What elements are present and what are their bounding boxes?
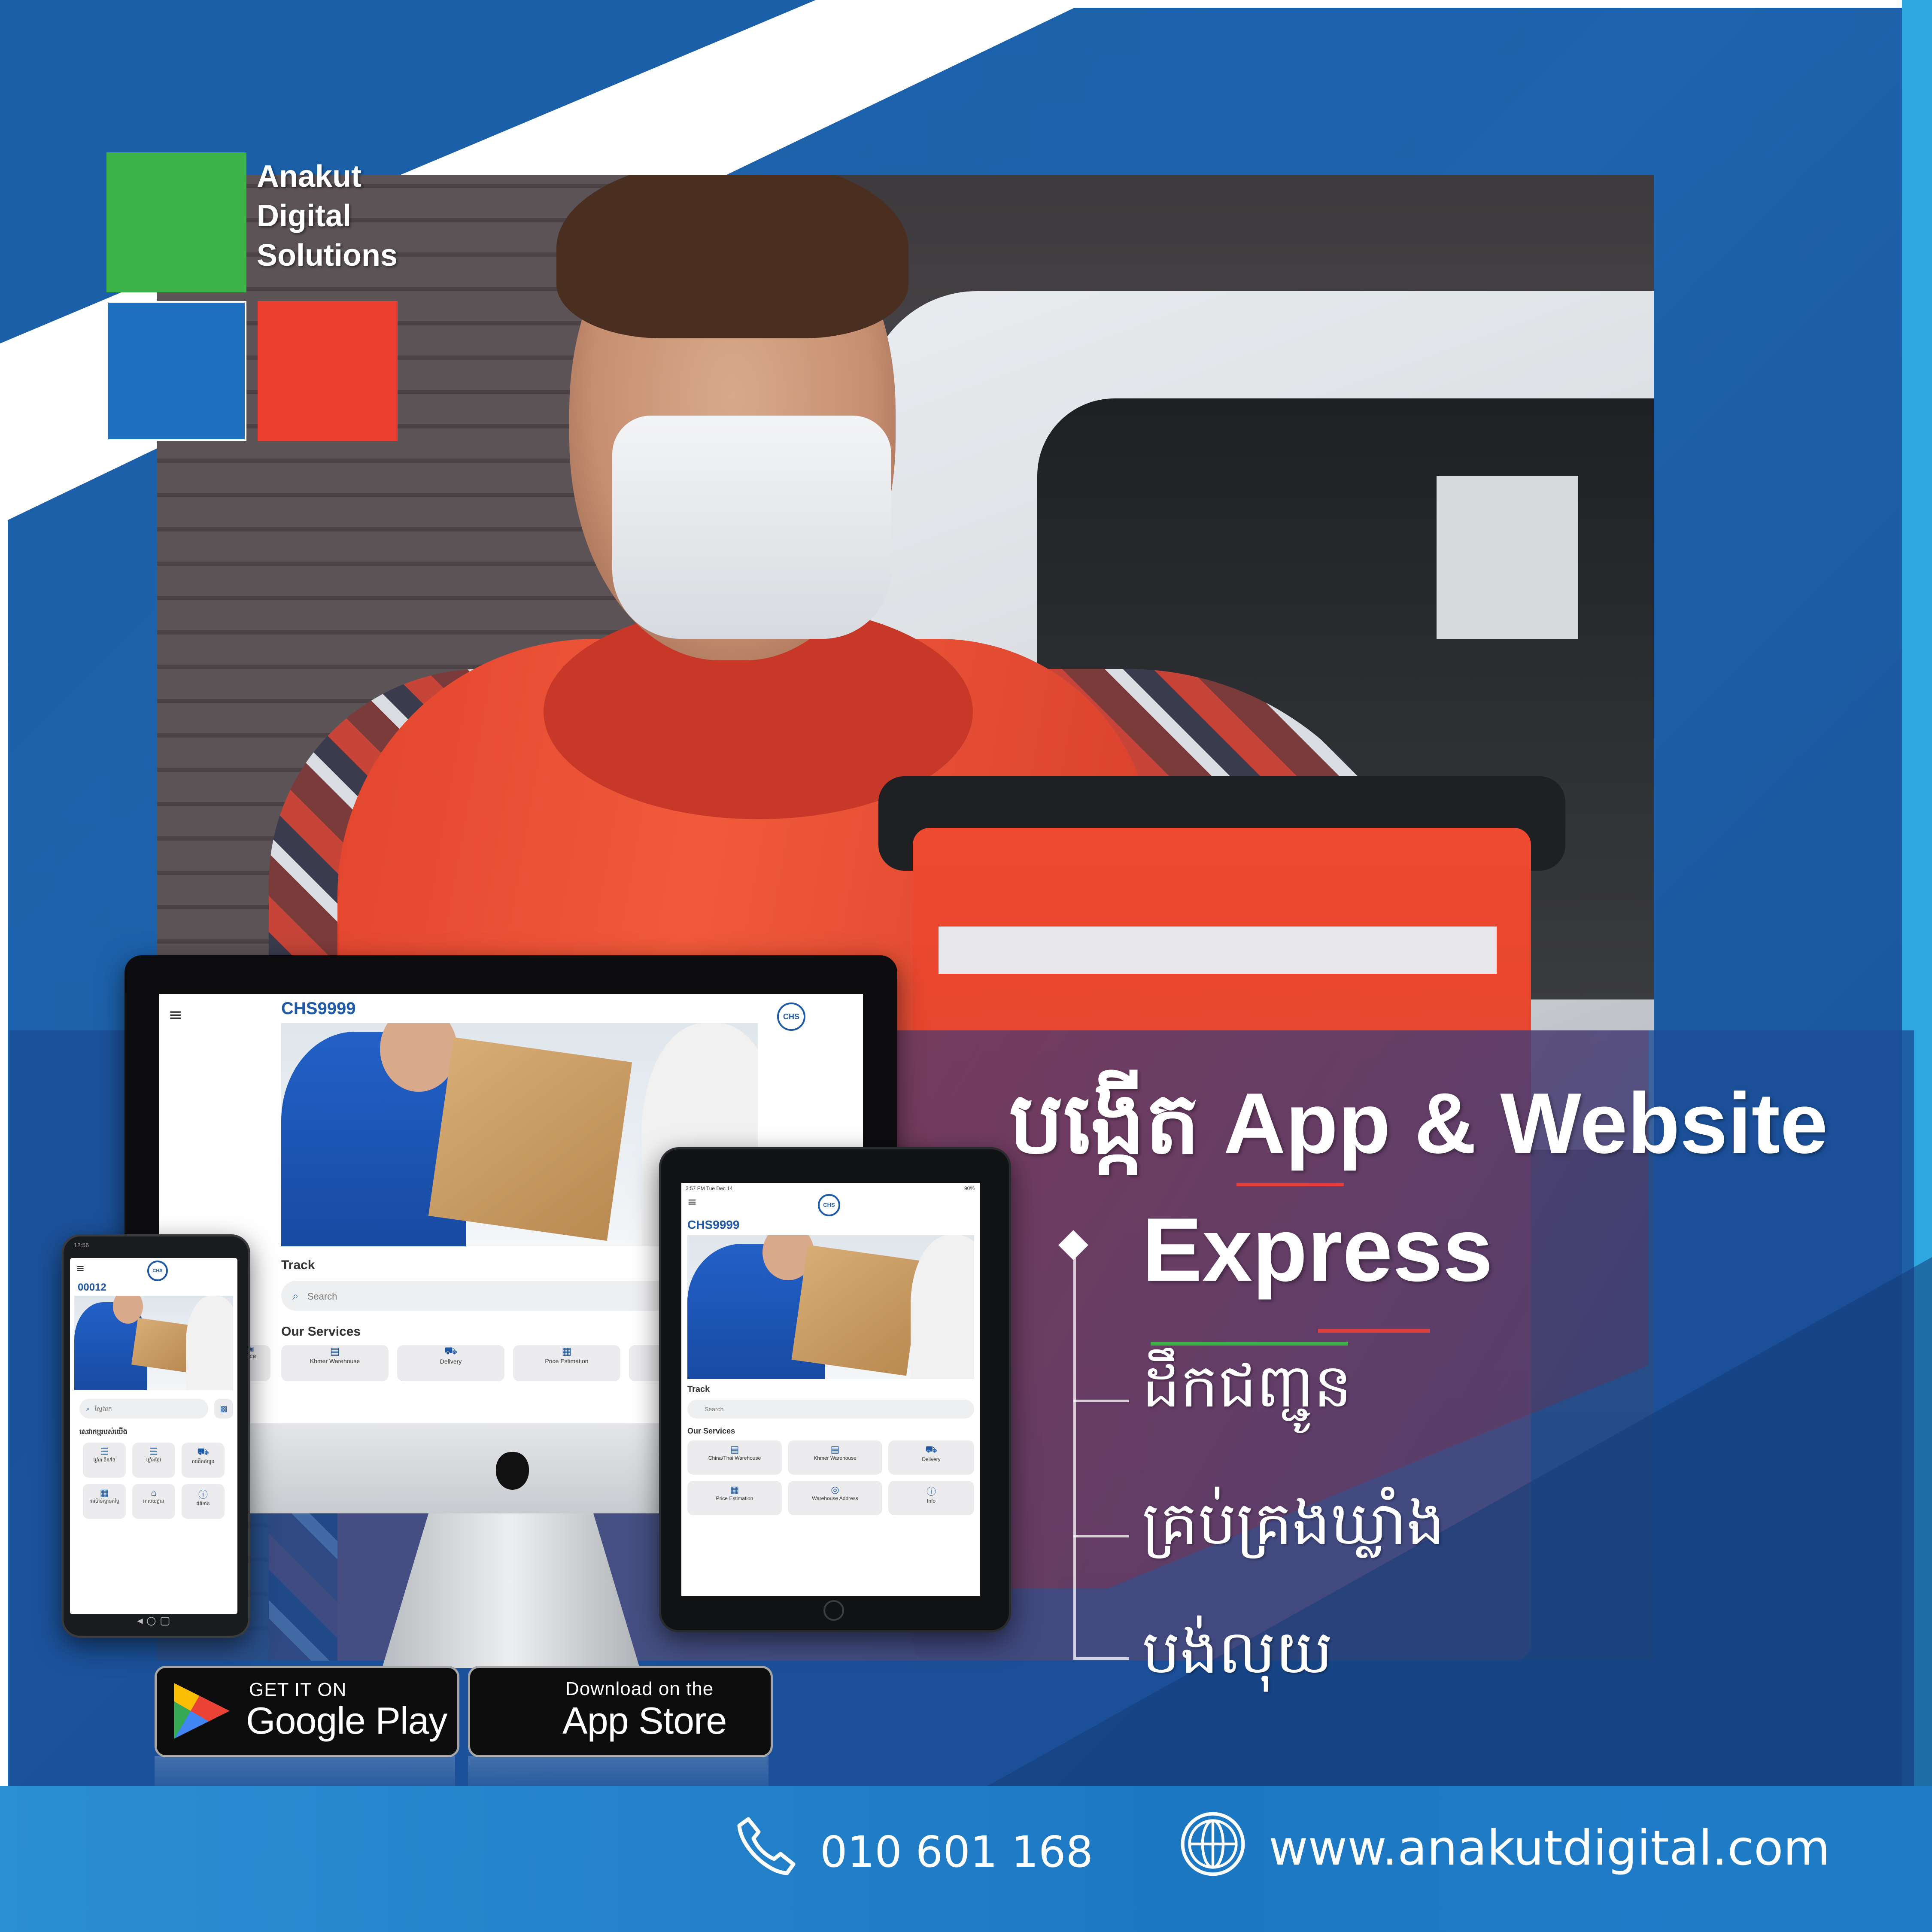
tablet-status-time: 3:57 PM Tue Dec 14	[686, 1185, 733, 1191]
photo-van-sticker	[1437, 476, 1578, 639]
app-store-small-text: Download on the	[565, 1678, 714, 1699]
hero-cardboard-box	[791, 1245, 923, 1376]
logo-green-square	[106, 152, 246, 292]
tablet-track-label: Track	[687, 1385, 710, 1394]
tablet-search-input[interactable]: Search	[687, 1400, 974, 1419]
google-play-big-text: Google Play	[246, 1699, 447, 1742]
feature-warehouse: គ្រប់គ្រងឃ្លាំង	[1142, 1488, 1445, 1558]
phone-nav-bar[interactable]: ◂ ○ ▢	[70, 1614, 237, 1631]
hero-cardboard-box	[428, 1037, 632, 1241]
phone-app-screen: ≡ CHS 00012 ⌕ ស្វែងរក ▩ សេវាកម្មរបស់យើង …	[70, 1258, 237, 1614]
apple-icon	[489, 1445, 536, 1492]
tablet-service-tile[interactable]: ◎ Warehouse Address	[788, 1481, 882, 1515]
phone-device: 12:56 ≡ CHS 00012 ⌕ ស្វែងរក ▩ សេវាកម្មរប…	[61, 1234, 250, 1638]
desktop-app-logo: CHS	[777, 1002, 805, 1031]
headline: បង្កើត App & Website	[1009, 1075, 1828, 1171]
photo-hair	[556, 175, 908, 338]
logo-text: Anakut Digital Solutions	[257, 157, 428, 275]
feature-delivery: ដឹកជញ្ជូន	[1142, 1351, 1352, 1421]
qr-icon: ▩	[220, 1404, 228, 1413]
tablet-service-tile[interactable]: ⛟ Delivery	[888, 1440, 974, 1475]
accent-line	[1151, 1342, 1348, 1346]
tablet-service-tile[interactable]: ▤ Khmer Warehouse	[788, 1440, 882, 1475]
feature-tree-line	[1073, 1258, 1076, 1657]
feature-tree-branch	[1073, 1400, 1129, 1402]
apple-shape	[495, 1452, 529, 1490]
tablet-service-tile[interactable]: ⓘ Info	[888, 1481, 974, 1515]
desktop-app-title: CHS9999	[281, 999, 356, 1018]
tablet-service-tile[interactable]: ▦ Price Estimation	[687, 1481, 782, 1515]
logo-blue-square	[106, 301, 246, 441]
phone-services-heading: សេវាកម្មរបស់យើង	[79, 1428, 128, 1436]
phone-icon	[737, 1817, 796, 1875]
qr-scan-button[interactable]: ▩	[214, 1399, 233, 1419]
phone-service-tile[interactable]: ⌂ អាសយដ្ឋាន	[132, 1484, 175, 1519]
desktop-service-tile[interactable]: ⛟ Delivery	[397, 1345, 504, 1381]
desktop-service-tile[interactable]: ▦ Price Estimation	[513, 1345, 620, 1381]
tablet-app-screen: 3:57 PM Tue Dec 14 90% ≡ CHS CHS9999 Tra…	[681, 1183, 980, 1596]
hero-customer	[186, 1296, 233, 1390]
tablet-home-button[interactable]	[823, 1600, 844, 1621]
menu-icon[interactable]: ≡	[76, 1262, 85, 1274]
phone-status-time: 12:56	[74, 1242, 89, 1249]
phone-hero-image	[74, 1296, 233, 1390]
hero-cardboard-box	[131, 1318, 194, 1373]
hero-customer	[911, 1235, 974, 1379]
google-play-small-text: GET IT ON	[249, 1679, 347, 1700]
tablet-app-title: CHS9999	[687, 1218, 740, 1231]
phone-search-input[interactable]: ⌕ ស្វែងរក	[79, 1399, 208, 1419]
menu-icon[interactable]: ≡	[168, 1005, 183, 1025]
feature-payment: បង់លុយ	[1142, 1617, 1333, 1687]
contact-phone[interactable]: 010 601 168	[820, 1827, 1093, 1877]
photo-face-mask	[612, 416, 891, 639]
contact-website[interactable]: www.anakutdigital.com	[1269, 1820, 1830, 1876]
phone-service-tile[interactable]: ☰ ឃ្លាំងខ្មែរ	[132, 1443, 175, 1478]
search-icon: ⌕	[86, 1405, 90, 1412]
tablet-hero-image	[687, 1235, 974, 1379]
imac-stand	[382, 1513, 640, 1668]
phone-app-logo: CHS	[147, 1261, 168, 1281]
tablet-app-logo: CHS	[818, 1194, 840, 1216]
google-play-icon	[174, 1683, 230, 1739]
desktop-service-tile[interactable]: ▤ Khmer Warehouse	[281, 1345, 389, 1381]
app-store-big-text: App Store	[562, 1699, 727, 1742]
desktop-search-placeholder: Search	[307, 1291, 337, 1302]
logo-text-line2: Digital	[257, 199, 352, 233]
tablet-service-tile[interactable]: ▤ China/Thai Warehouse	[687, 1440, 782, 1475]
feature-tree-branch	[1073, 1657, 1129, 1660]
accent-line	[1236, 1183, 1344, 1186]
phone-service-tile[interactable]: ▦ ការប៉ាន់ស្មានតម្លៃ	[83, 1484, 126, 1519]
logo-text-line1: Anakut	[257, 159, 362, 194]
photo-bag-reflective-stripe	[939, 927, 1497, 974]
logo-text-line3: Solutions	[257, 238, 398, 273]
phone-app-title: 00012	[78, 1282, 106, 1293]
headline-express: Express	[1142, 1199, 1493, 1300]
phone-search-placeholder: ស្វែងរក	[94, 1405, 112, 1412]
feature-tree-branch	[1073, 1535, 1129, 1537]
menu-icon[interactable]: ≡	[687, 1196, 697, 1209]
search-icon: ⌕	[292, 1289, 299, 1302]
desktop-track-label: Track	[281, 1258, 315, 1272]
google-play-badge[interactable]: GET IT ON Google Play	[155, 1666, 459, 1757]
app-store-badge[interactable]: Download on the App Store	[468, 1666, 773, 1757]
tablet-status-battery: 90%	[964, 1185, 975, 1191]
phone-service-tile[interactable]: ⛟ ការដឹកជញ្ជូន	[182, 1443, 225, 1478]
company-logo: Anakut Digital Solutions	[106, 152, 407, 444]
tablet-device: 3:57 PM Tue Dec 14 90% ≡ CHS CHS9999 Tra…	[659, 1147, 1011, 1632]
globe-icon	[1181, 1812, 1245, 1876]
accent-line	[1318, 1329, 1430, 1333]
tablet-services-heading: Our Services	[687, 1427, 735, 1435]
logo-red-square	[258, 301, 398, 441]
tablet-search-placeholder: Search	[705, 1406, 724, 1413]
phone-service-tile[interactable]: ⓘ ព័ត៌មាន	[182, 1484, 225, 1519]
phone-service-tile[interactable]: ☰ ឃ្លាំង ចិន/ថៃ	[83, 1443, 126, 1478]
desktop-services-heading: Our Services	[281, 1324, 361, 1339]
